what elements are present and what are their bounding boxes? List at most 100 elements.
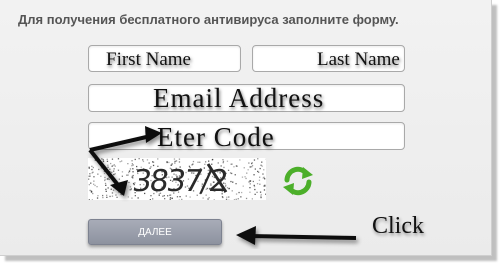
- first-name-label: First Name: [106, 49, 191, 70]
- captcha-noise-dot: [88, 167, 90, 169]
- captcha-noise-dot: [259, 191, 262, 193]
- captcha-noise-dot: [117, 158, 120, 160]
- captcha-noise-dot: [230, 180, 232, 183]
- captcha-noise-dot: [103, 166, 105, 169]
- captcha-noise-dot: [253, 185, 256, 188]
- next-button[interactable]: ДАЛЕЕ: [88, 219, 222, 245]
- captcha-noise-dot: [142, 160, 145, 163]
- captcha-noise-dot: [89, 189, 91, 192]
- captcha-noise-dot: [242, 185, 244, 187]
- captcha-noise-dot: [251, 166, 253, 168]
- captcha-noise-dot: [108, 178, 110, 180]
- captcha-noise-dot: [109, 195, 111, 198]
- captcha-noise-dot: [252, 180, 254, 183]
- captcha-noise-dot: [254, 168, 256, 170]
- captcha-noise-dot: [121, 175, 123, 177]
- captcha-noise-dot: [128, 181, 130, 184]
- email-field[interactable]: Email Address: [88, 83, 405, 113]
- captcha-noise-dot: [265, 193, 266, 195]
- captcha-noise-dot: [244, 176, 246, 178]
- captcha-noise-dot: [119, 161, 121, 163]
- last-name-field[interactable]: Last Name: [252, 45, 405, 72]
- captcha-noise-dot: [106, 196, 108, 198]
- captcha-noise-dot: [115, 194, 117, 196]
- captcha-noise-dot: [111, 171, 113, 173]
- captcha-noise-dot: [100, 175, 102, 177]
- captcha-noise-dot: [105, 190, 107, 192]
- captcha-noise-dot: [231, 163, 233, 165]
- captcha-noise-dot: [208, 160, 210, 162]
- captcha-noise-dot: [211, 159, 213, 161]
- captcha-noise-dot: [104, 178, 106, 181]
- captcha-noise-dot: [121, 193, 123, 196]
- captcha-noise-dot: [264, 178, 266, 180]
- captcha-noise-dot: [111, 195, 114, 197]
- captcha-noise-dot: [97, 195, 99, 197]
- captcha-noise-dot: [88, 178, 90, 180]
- captcha-noise-dot: [166, 161, 168, 163]
- captcha-noise-dot: [107, 166, 109, 168]
- captcha-noise-dot: [97, 173, 99, 175]
- captcha-noise-dot: [105, 184, 107, 186]
- captcha-noise-dot: [253, 174, 255, 176]
- captcha-noise-dot: [263, 185, 265, 187]
- captcha-noise-dot: [127, 196, 129, 198]
- captcha-noise-dot: [100, 167, 102, 169]
- captcha-noise-dot: [122, 187, 124, 190]
- captcha-noise-dot: [119, 186, 121, 188]
- captcha-noise-dot: [134, 158, 136, 161]
- captcha-noise-dot: [109, 171, 111, 173]
- captcha-noise-dot: [253, 159, 256, 161]
- last-name-label: Last Name: [317, 49, 400, 70]
- captcha-noise-dot: [127, 174, 129, 176]
- captcha-noise-dot: [94, 184, 96, 187]
- captcha-noise-dot: [262, 177, 264, 179]
- captcha-noise-dot: [106, 158, 108, 160]
- captcha-noise-dot: [225, 198, 228, 200]
- code-field[interactable]: Eter Code: [88, 122, 405, 152]
- captcha-noise-dot: [232, 181, 234, 183]
- captcha-noise-dot: [254, 188, 256, 191]
- captcha-noise-dot: [88, 175, 90, 177]
- captcha-noise-dot: [239, 159, 241, 161]
- captcha-noise-dot: [132, 164, 134, 166]
- captcha-noise-dot: [178, 158, 181, 160]
- captcha-noise-dot: [249, 187, 251, 189]
- captcha-noise-dot: [251, 198, 253, 200]
- captcha-noise-dot: [168, 161, 170, 164]
- captcha-noise-dot: [110, 188, 112, 190]
- captcha-noise-dot: [114, 173, 116, 175]
- captcha-noise-dot: [258, 179, 261, 181]
- captcha-noise-dot: [260, 196, 262, 199]
- captcha-noise-dot: [233, 166, 235, 168]
- captcha-noise-dot: [110, 162, 112, 165]
- captcha-noise-dot: [102, 196, 104, 199]
- captcha-noise-dot: [257, 170, 259, 173]
- captcha-noise-dot: [233, 199, 236, 200]
- captcha-noise-dot: [103, 172, 106, 175]
- captcha-noise-dot: [93, 176, 95, 178]
- click-annotation-label: Click: [372, 213, 424, 239]
- captcha-noise-dot: [110, 174, 112, 176]
- captcha-noise-dot: [89, 173, 91, 175]
- refresh-icon[interactable]: [281, 166, 315, 196]
- code-label: Eter Code: [157, 122, 275, 152]
- captcha-noise-dot: [94, 159, 96, 161]
- captcha-noise-dot: [126, 174, 128, 176]
- captcha-noise-dot: [226, 196, 228, 198]
- captcha-noise-dot: [98, 168, 100, 171]
- captcha-noise-dot: [142, 159, 144, 161]
- captcha-noise-dot: [157, 158, 159, 160]
- captcha-noise-dot: [117, 169, 120, 171]
- captcha-noise-dot: [263, 169, 265, 171]
- captcha-noise-dot: [115, 187, 117, 189]
- captcha-noise-dot: [116, 196, 118, 198]
- captcha-noise-dot: [259, 167, 261, 170]
- captcha-noise-dot: [245, 197, 248, 200]
- captcha-noise-dot: [260, 195, 262, 197]
- captcha-noise-dot: [132, 168, 134, 170]
- captcha-noise-dot: [121, 171, 124, 173]
- captcha-noise-dot: [121, 185, 123, 187]
- captcha-noise-dot: [113, 170, 115, 172]
- first-name-field[interactable]: First Name: [88, 45, 241, 72]
